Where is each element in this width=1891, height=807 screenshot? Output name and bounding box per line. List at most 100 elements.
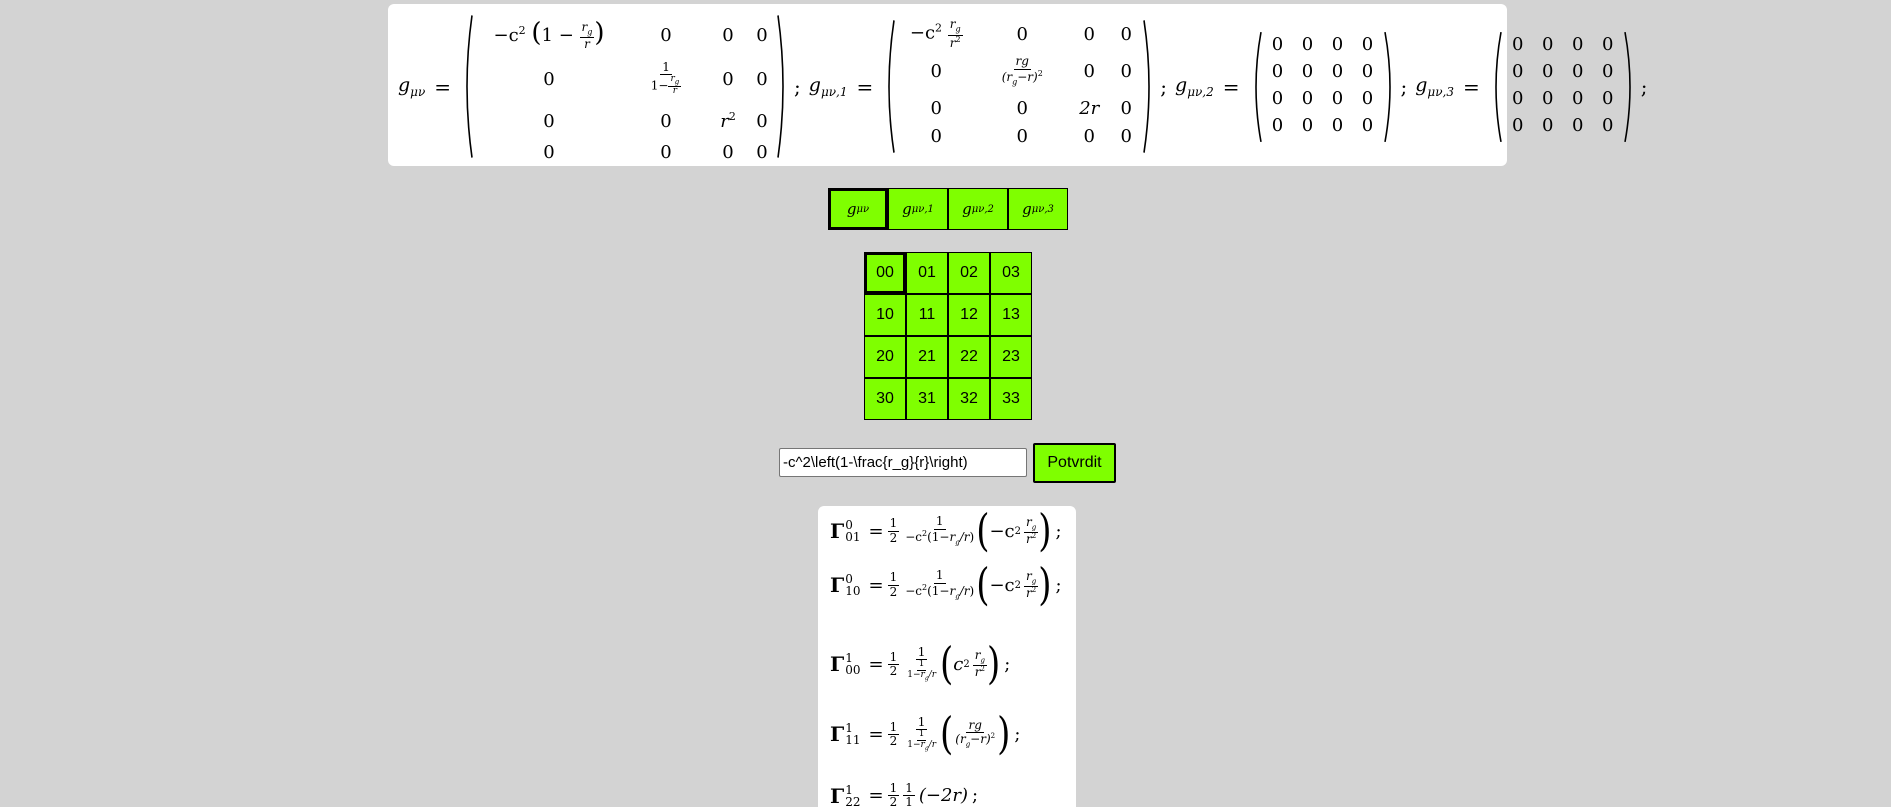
index-cell-13[interactable]: 13 bbox=[990, 294, 1032, 336]
g2-cell-22: 0 bbox=[1331, 87, 1344, 109]
expression-input[interactable] bbox=[779, 448, 1027, 477]
g-cell-20: 0 bbox=[543, 110, 555, 132]
separator: ; bbox=[1160, 74, 1168, 99]
g-cell-22: r2 bbox=[720, 110, 736, 132]
index-cell-11[interactable]: 11 bbox=[906, 294, 948, 336]
g-cell-01: 0 bbox=[660, 24, 672, 46]
index-cell-33[interactable]: 33 bbox=[990, 378, 1032, 420]
g3-cell-23: 0 bbox=[1602, 87, 1614, 109]
g3-cell-31: 0 bbox=[1542, 114, 1554, 136]
index-grid: 00 01 02 03 10 11 12 13 20 21 22 23 30 31 32 33 bbox=[864, 252, 1032, 420]
g1-cell-33: 0 bbox=[1120, 126, 1132, 147]
g1-cell-23: 0 bbox=[1120, 97, 1132, 119]
g3-cell-22: 0 bbox=[1572, 87, 1584, 109]
g3-cell-11: 0 bbox=[1542, 60, 1554, 82]
g2-cell-32: 0 bbox=[1331, 114, 1344, 136]
index-cell-30[interactable]: 30 bbox=[864, 378, 906, 420]
g2-cell-01: 0 bbox=[1301, 33, 1314, 55]
g2-cell-30: 0 bbox=[1271, 114, 1284, 136]
g2-matrix: 0000000000000000 bbox=[1249, 31, 1397, 143]
index-cell-22[interactable]: 22 bbox=[948, 336, 990, 378]
g1-cell-21: 0 bbox=[1016, 97, 1028, 119]
tab-g3[interactable]: g μν,3 bbox=[1008, 188, 1068, 230]
right-paren bbox=[1383, 31, 1397, 143]
g3-cell-20: 0 bbox=[1512, 87, 1524, 109]
g-cell-02: 0 bbox=[722, 24, 734, 46]
g1-cell-32: 0 bbox=[1083, 126, 1095, 147]
index-cell-23[interactable]: 23 bbox=[990, 336, 1032, 378]
g2-cell-00: 0 bbox=[1271, 33, 1284, 55]
g2-equation: gμν,2 = 0000000000000000 ; bbox=[1175, 14, 1415, 159]
index-cell-21[interactable]: 21 bbox=[906, 336, 948, 378]
index-cell-20[interactable]: 20 bbox=[864, 336, 906, 378]
g3-cell-02: 0 bbox=[1572, 33, 1584, 55]
g1-cell-01: 0 bbox=[1016, 23, 1028, 45]
g3-cell-12: 0 bbox=[1572, 60, 1584, 82]
g1-equation: gμν,1 = −c2 rg r2 0 0 0 0 rg (rg−r)2 0 0… bbox=[809, 14, 1175, 159]
g3-cell-00: 0 bbox=[1512, 33, 1524, 55]
g-cell-12: 0 bbox=[722, 68, 734, 90]
index-cell-02[interactable]: 02 bbox=[948, 252, 990, 294]
g1-cell-31: 0 bbox=[1016, 126, 1028, 147]
g1-cell-12: 0 bbox=[1083, 60, 1095, 82]
g1-cell-13: 0 bbox=[1120, 60, 1132, 82]
index-cell-01[interactable]: 01 bbox=[906, 252, 948, 294]
g3-cell-03: 0 bbox=[1602, 33, 1614, 55]
g1-cell-22: 2r bbox=[1079, 97, 1100, 119]
g3-equation: gμν,3 = 0000000000000000 ; bbox=[1415, 14, 1655, 159]
index-cell-03[interactable]: 03 bbox=[990, 252, 1032, 294]
g2-cell-13: 0 bbox=[1361, 60, 1374, 82]
tab-g2[interactable]: g μν,2 bbox=[948, 188, 1008, 230]
metric-matrices-panel: gμν = −c2 (1 − rg r) 0 0 0 0 1 1− rg r 0… bbox=[388, 4, 1647, 166]
g3-symbol: gμν,3 bbox=[1415, 74, 1454, 99]
g1-matrix: −c2 rg r2 0 0 0 0 rg (rg−r)2 0 0 0 0 2r 0 bbox=[882, 17, 1156, 154]
g1-cell-30: 0 bbox=[930, 126, 942, 147]
christoffel-line: Γ 1 22 = 12 11 (−2r) ; bbox=[830, 781, 979, 807]
right-paren bbox=[1623, 31, 1637, 143]
g1-cell-20: 0 bbox=[930, 97, 942, 119]
g-cell-11: 1 1− rg r bbox=[650, 59, 682, 97]
separator: ; bbox=[794, 74, 801, 99]
g1-cell-00: −c2 rg r2 bbox=[909, 17, 963, 50]
g2-cell-10: 0 bbox=[1271, 60, 1284, 82]
index-cell-10[interactable]: 10 bbox=[864, 294, 906, 336]
g-cell-30: 0 bbox=[543, 142, 555, 163]
g2-cell-20: 0 bbox=[1271, 87, 1284, 109]
g3-cell-21: 0 bbox=[1542, 87, 1554, 109]
g2-cell-02: 0 bbox=[1331, 33, 1344, 55]
g-cell-31: 0 bbox=[660, 142, 672, 163]
g3-cell-13: 0 bbox=[1602, 60, 1614, 82]
g-cell-21: 0 bbox=[660, 110, 672, 132]
christoffel-line: Γ 1 00 = 12 1 1 1−rg/r (c 2 rg r2) ; bbox=[830, 638, 1011, 691]
g-matrix: −c2 (1 − rg r) 0 0 0 0 1 1− rg r 0 0 0 0 r2 bbox=[460, 14, 790, 163]
g3-cell-32: 0 bbox=[1572, 114, 1584, 136]
g3-cell-10: 0 bbox=[1512, 60, 1524, 82]
g2-cell-11: 0 bbox=[1301, 60, 1314, 82]
christoffel-line: Γ 0 01 = 12 1 −c2(1−rg/r) (−c 2 rg r2) ; bbox=[830, 506, 1062, 557]
separator: ; bbox=[1640, 74, 1648, 99]
g2-cell-12: 0 bbox=[1331, 60, 1344, 82]
christoffel-results-panel: Γ 0 01 = 12 1 −c2(1−rg/r) (−c 2 rg r2) ; Γ 01… bbox=[818, 506, 1076, 807]
left-paren bbox=[1489, 31, 1503, 143]
g-symbol: gμν bbox=[398, 74, 426, 99]
christoffel-line: Γ 0 10 = 12 1 −c2(1−rg/r) (−c 2 rg r2) ; bbox=[830, 559, 1062, 611]
index-cell-31[interactable]: 31 bbox=[906, 378, 948, 420]
right-paren bbox=[1142, 19, 1156, 154]
g3-cell-01: 0 bbox=[1542, 33, 1554, 55]
left-paren bbox=[882, 19, 896, 154]
left-paren bbox=[460, 14, 474, 159]
g-cell-03: 0 bbox=[756, 24, 768, 46]
g1-cell-02: 0 bbox=[1083, 23, 1095, 45]
g2-cell-03: 0 bbox=[1361, 33, 1374, 55]
index-cell-00[interactable]: 00 bbox=[864, 252, 906, 294]
confirm-button[interactable]: Potvrdit bbox=[1033, 443, 1116, 483]
tab-g1[interactable]: g μν,1 bbox=[888, 188, 948, 230]
index-cell-12[interactable]: 12 bbox=[948, 294, 990, 336]
equals-sign: = bbox=[434, 74, 452, 99]
separator: ; bbox=[1400, 74, 1408, 99]
christoffel-line: Γ 1 11 = 12 1 1 1−rg/r (rg (rg−r)2) ; bbox=[830, 708, 1021, 761]
index-cell-32[interactable]: 32 bbox=[948, 378, 990, 420]
right-paren bbox=[776, 14, 790, 159]
g-cell-10: 0 bbox=[543, 68, 555, 90]
tab-g[interactable]: g μν bbox=[828, 188, 888, 230]
